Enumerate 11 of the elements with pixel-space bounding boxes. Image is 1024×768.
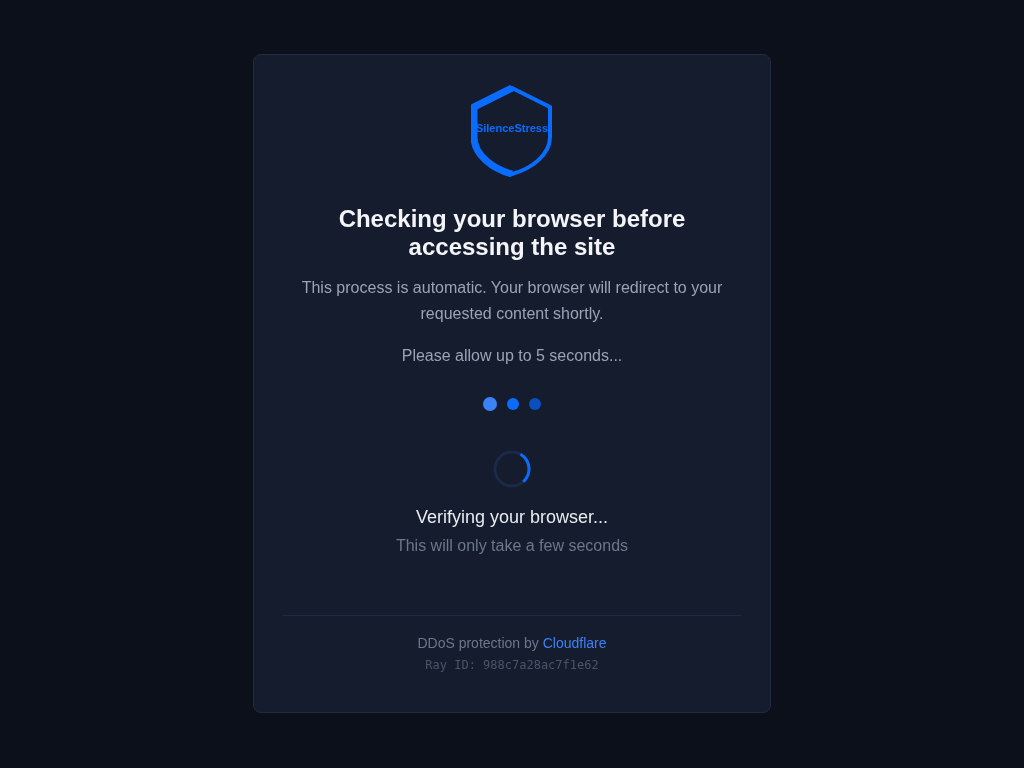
status-title: Verifying your browser...	[415, 507, 609, 528]
page-heading: Checking your browser before accessing the site	[337, 205, 687, 261]
cloudflare-link[interactable]: Cloudflare	[542, 635, 607, 651]
spinner-icon	[492, 449, 532, 489]
wait-note: Please allow up to 5 seconds...	[401, 347, 623, 365]
protection-note: DDoS protection by Cloudflare	[417, 635, 607, 651]
description-text: This process is automatic. Your browser will redirect to your requested content shortly.	[300, 278, 724, 324]
logo-text: SilenceStress	[475, 122, 549, 134]
status-subtitle: This will only take a few seconds	[395, 537, 629, 555]
shield-icon	[471, 85, 553, 177]
ray-id: Ray ID: 988c7a28ac7f1e62	[425, 658, 599, 672]
